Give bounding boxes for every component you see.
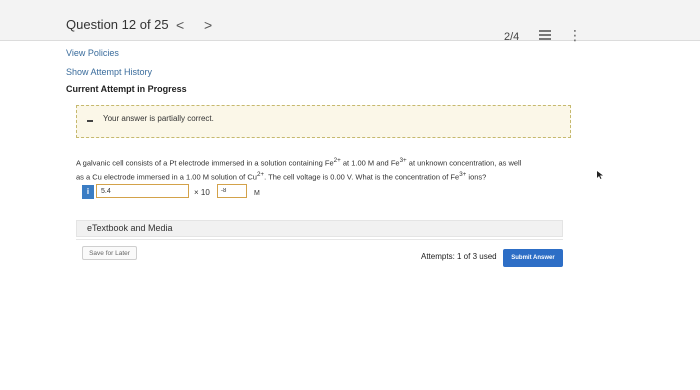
previous-question-button[interactable]: <: [176, 17, 184, 33]
question-line-1: A galvanic cell consists of a Pt electro…: [76, 157, 522, 168]
etextbook-media-panel[interactable]: eTextbook and Media: [76, 220, 563, 237]
answer-input[interactable]: [96, 184, 189, 198]
view-policies-link[interactable]: View Policies: [66, 48, 119, 58]
times-ten-label: × 10: [194, 188, 210, 197]
question-counter: Question 12 of 25: [66, 17, 169, 32]
exponent-input[interactable]: [217, 184, 247, 198]
show-attempt-history-link[interactable]: Show Attempt History: [66, 67, 152, 77]
mouse-cursor-icon: [597, 171, 603, 179]
top-bar: Question 12 of 25 < > 2/4 ⋮: [0, 0, 700, 43]
question-text: A galvanic cell consists of a Pt electro…: [76, 155, 576, 182]
feedback-banner: Your answer is partially correct.: [76, 105, 571, 138]
etextbook-label: eTextbook and Media: [87, 223, 173, 233]
info-icon[interactable]: i: [82, 185, 94, 199]
question-line-2: as a Cu electrode immersed in a 1.00 M s…: [76, 170, 487, 182]
part-pager: 2/4: [504, 31, 520, 43]
next-question-button[interactable]: >: [204, 17, 212, 33]
unit-label: M: [254, 190, 260, 197]
attempts-counter: Attempts: 1 of 3 used: [421, 252, 497, 261]
feedback-text: Your answer is partially correct.: [103, 114, 214, 123]
partial-correct-icon: [87, 120, 93, 122]
save-for-later-button[interactable]: Save for Later: [82, 246, 137, 260]
divider: [76, 239, 563, 240]
current-attempt-heading: Current Attempt in Progress: [66, 84, 187, 94]
submit-answer-button[interactable]: Submit Answer: [503, 249, 563, 267]
list-icon[interactable]: [539, 30, 551, 40]
more-vertical-icon[interactable]: ⋮: [568, 28, 582, 42]
